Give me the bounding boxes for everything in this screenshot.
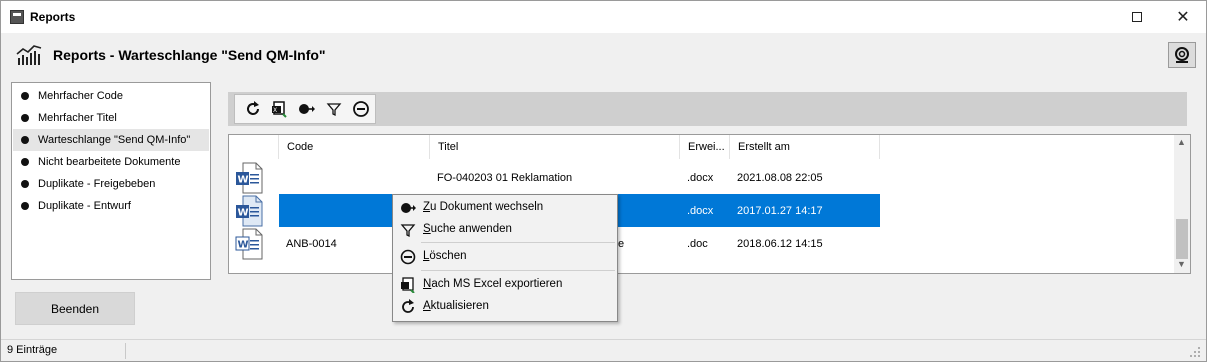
menu-item-goto-document[interactable]: Zu Dokument wechseln [394,197,616,219]
refresh-icon [402,299,414,313]
goto-document-icon [298,104,315,114]
menu-item-export-excel[interactable]: Nach MS Excel exportieren [394,274,616,296]
end-button[interactable]: Beenden [15,292,135,325]
report-item-duplikate-entwurf[interactable]: Duplikate - Entwurf [13,195,209,217]
page-header: Reports - Warteschlange "Send QM-Info" [1,34,1206,76]
cell-title: e [618,237,625,250]
delete-icon [400,249,416,265]
menu-item-label: Nach MS Excel exportieren [423,278,563,290]
svg-text:X: X [273,107,277,114]
menu-item-label: Aktualisieren [423,300,489,312]
column-header-erstellt[interactable]: Erstellt am [730,135,880,159]
reports-window: Reports ✕ Reports - Warteschlange "Send … [0,0,1207,362]
resize-grip-icon[interactable] [1189,346,1201,358]
entry-count: 9 Einträge [7,344,58,356]
svg-text:W: W [238,240,249,251]
report-item-mehrfacher-code[interactable]: Mehrfacher Code [13,85,209,107]
delete-button[interactable] [347,96,374,122]
reports-chart-icon [16,45,42,65]
lifebuoy-icon [1175,47,1189,63]
bullet-icon [21,92,29,100]
status-bar: 9 Einträge [1,339,1206,361]
report-item-warteschlange[interactable]: Warteschlange "Send QM-Info" [13,129,209,151]
menu-item-label: Suche anwenden [423,223,512,235]
page-title: Reports - Warteschlange "Send QM-Info" [53,47,326,63]
close-button[interactable]: ✕ [1160,1,1206,33]
menu-item-apply-search[interactable]: Suche anwenden [394,219,616,241]
report-item-duplikate-freigegeben[interactable]: Duplikate - Freigebeben [13,173,209,195]
menu-item-refresh[interactable]: Aktualisieren [394,296,616,318]
bullet-icon [21,180,29,188]
report-item-label: Duplikate - Entwurf [38,200,131,212]
report-list: Mehrfacher Code Mehrfacher Titel Wartesc… [11,82,211,280]
menu-item-label: Zu Dokument wechseln [423,201,544,213]
status-divider [125,343,126,359]
filter-icon [400,224,416,238]
title-bar: Reports ✕ [1,1,1206,33]
word-doc-icon: W [235,228,263,260]
context-menu: Zu Dokument wechseln Suche anwenden Lösc… [392,194,618,322]
svg-text:W: W [238,175,249,186]
goto-document-button[interactable] [293,96,320,122]
report-item-label: Duplikate - Freigebeben [38,178,156,190]
report-item-label: Mehrfacher Titel [38,112,117,124]
refresh-button[interactable] [239,96,266,122]
scroll-thumb[interactable] [1176,219,1188,259]
close-icon: ✕ [1176,9,1190,26]
menu-item-delete[interactable]: Löschen [394,246,616,268]
svg-text:W: W [238,208,249,219]
cell-created: 2021.08.08 22:05 [737,171,823,184]
report-item-nicht-bearbeitet[interactable]: Nicht bearbeitete Dokumente [13,151,209,173]
report-item-mehrfacher-titel[interactable]: Mehrfacher Titel [13,107,209,129]
bullet-icon [21,114,29,122]
filter-button[interactable] [320,96,347,122]
report-item-label: Nicht bearbeitete Dokumente [38,156,181,168]
maximize-icon [1132,12,1142,22]
bullet-icon [21,202,29,210]
bullet-icon [21,136,29,144]
report-item-label: Mehrfacher Code [38,90,123,102]
column-header-erweiterung[interactable]: Erwei... [680,135,730,159]
menu-item-label: Löschen [423,250,467,262]
cell-extension: .doc [687,237,708,250]
toolbar: X [234,94,376,124]
cell-extension: .docx [687,171,714,184]
table-row-selected[interactable]: W .docx 2017.01.27 14:17 [229,194,1174,227]
table-row[interactable]: W ANB-0014 e .doc 2018.06.12 14:15 [229,227,1174,260]
refresh-icon [246,101,259,115]
column-header-icon[interactable] [229,135,279,159]
bullet-icon [21,158,29,166]
window-title: Reports [30,10,76,24]
excel-export-icon [401,277,415,293]
menu-separator [421,270,615,271]
cell-created: 2018.06.12 14:15 [737,237,823,250]
cell-code [279,161,430,194]
scroll-down-icon[interactable]: ▼ [1177,259,1186,269]
table-row[interactable]: W FO-040203 01 Reklamation .docx 2021.08… [229,161,1174,194]
word-docx-icon: W [236,162,263,194]
report-item-label: Warteschlange "Send QM-Info" [38,134,191,146]
word-docx-icon: W [236,195,263,227]
menu-separator [421,242,615,243]
goto-document-icon [401,203,416,213]
cell-extension: .docx [687,204,714,217]
cell-title: FO-040203 01 Reklamation [437,171,573,184]
excel-export-icon: X [271,101,287,118]
scroll-up-icon[interactable]: ▲ [1177,137,1186,147]
maximize-button[interactable] [1114,1,1160,33]
excel-export-button[interactable]: X [266,96,293,122]
documents-grid: Code Titel Erwei... Erstellt am W FO-040… [228,134,1191,274]
vertical-scrollbar[interactable]: ▲ ▼ [1174,135,1190,273]
help-button[interactable] [1168,42,1196,68]
column-header-code[interactable]: Code [279,135,430,159]
cell-created: 2017.01.27 14:17 [737,204,823,217]
filter-icon [326,103,341,117]
app-icon [10,10,24,24]
delete-icon [352,101,369,117]
column-header-titel[interactable]: Titel [430,135,680,159]
